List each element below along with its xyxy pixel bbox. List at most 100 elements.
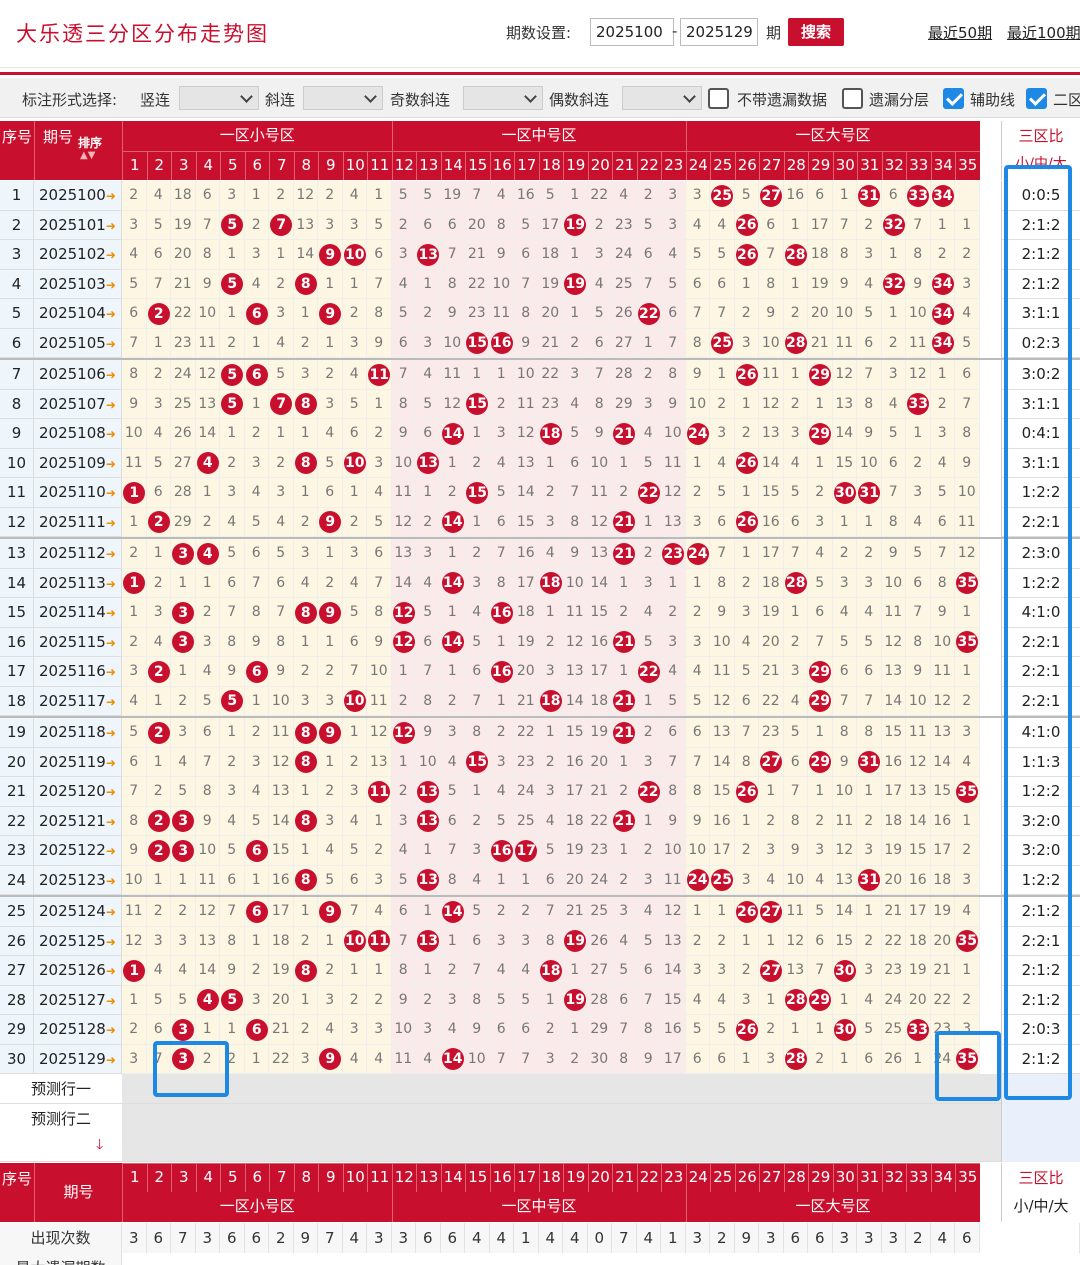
zone2-checkbox[interactable] xyxy=(1026,88,1047,109)
drawn-ball: 22 xyxy=(637,481,660,504)
period-cell[interactable]: 2025121➜ xyxy=(34,806,122,836)
predict-row-2-grid[interactable] xyxy=(122,1104,1001,1162)
aux-line-checkbox[interactable] xyxy=(943,88,964,109)
missing-count-cell: 6 xyxy=(440,210,465,240)
missing-count-cell: 1 xyxy=(146,539,171,569)
drawn-ball: 19 xyxy=(564,989,587,1011)
even-diagonal-select[interactable] xyxy=(622,86,702,110)
drawn-ball: 32 xyxy=(882,214,905,236)
drawn-ball: 7 xyxy=(270,214,293,236)
missing-count-cell: 17 xyxy=(538,210,563,240)
period-cell[interactable]: 2025128➜ xyxy=(34,1015,122,1045)
period-cell[interactable]: 2025106➜ xyxy=(34,360,122,390)
drawn-ball: 29 xyxy=(809,422,832,445)
sort-button[interactable]: 排序 xyxy=(78,134,102,151)
recent-50-link[interactable]: 最近50期 xyxy=(928,22,992,43)
recent-100-link[interactable]: 最近100期 xyxy=(1007,22,1080,43)
missing-count-cell: 20 xyxy=(906,985,931,1015)
missing-count-cell: 3 xyxy=(538,1044,563,1074)
period-cell[interactable]: 2025119➜ xyxy=(34,747,122,777)
missing-count-cell: 1 xyxy=(832,1044,857,1074)
number-cell: 2 xyxy=(146,836,171,866)
number-cell: 29 xyxy=(808,747,833,777)
missing-count-cell: 7 xyxy=(832,210,857,240)
missing-count-cell: 4 xyxy=(440,1015,465,1045)
period-cell[interactable]: 2025114➜ xyxy=(34,598,122,628)
seq-cell: 13 xyxy=(0,539,34,569)
missing-count-cell: 4 xyxy=(538,806,563,836)
count-cell: 0 xyxy=(587,1223,612,1253)
missing-count-cell: 5 xyxy=(881,419,906,449)
number-cell: 3 xyxy=(171,598,196,628)
missing-count-cell: 13 xyxy=(832,389,857,419)
number-cell: 9 xyxy=(318,897,343,927)
missing-count-cell: 5 xyxy=(489,806,514,836)
drawn-ball: 26 xyxy=(735,363,758,386)
period-cell[interactable]: 2025102➜ xyxy=(34,240,122,270)
period-to-input[interactable]: 2025129 xyxy=(680,18,758,46)
missing-count-cell: 3 xyxy=(293,539,318,569)
period-cell[interactable]: 2025117➜ xyxy=(34,686,122,716)
missing-count-cell: 9 xyxy=(881,539,906,569)
missing-count-cell: 17 xyxy=(710,836,735,866)
drawn-ball: 17 xyxy=(515,839,538,862)
missing-count-cell: 2 xyxy=(465,448,490,478)
period-cell[interactable]: 2025104➜ xyxy=(34,299,122,329)
missing-count-cell: 4 xyxy=(710,448,735,478)
vertical-select[interactable] xyxy=(179,86,259,110)
drawn-ball: 31 xyxy=(858,869,881,891)
predict-row-1-grid[interactable] xyxy=(122,1074,1001,1104)
diagonal-select[interactable] xyxy=(303,86,383,110)
missing-count-cell: 4 xyxy=(146,627,171,657)
period-from-input[interactable]: 2025100 xyxy=(590,18,674,46)
missing-count-cell: 9 xyxy=(661,806,686,836)
number-cell: 25 xyxy=(710,328,735,358)
number-cell: 6 xyxy=(244,657,269,687)
missing-count-cell: 6 xyxy=(783,507,808,537)
search-button[interactable]: 搜索 xyxy=(788,18,844,46)
zone2-label: 二区 xyxy=(1053,91,1080,109)
missing-count-cell: 18 xyxy=(514,598,539,628)
missing-count-cell: 1 xyxy=(293,478,318,508)
period-cell[interactable]: 2025111➜ xyxy=(34,507,122,537)
period-cell[interactable]: 2025113➜ xyxy=(34,568,122,598)
drawn-ball: 15 xyxy=(466,751,489,773)
period-cell[interactable]: 2025105➜ xyxy=(34,328,122,358)
missing-count-cell: 8 xyxy=(367,598,392,628)
no-missing-checkbox[interactable] xyxy=(708,88,729,109)
missing-layer-checkbox[interactable] xyxy=(842,88,863,109)
missing-count-cell: 14 xyxy=(587,568,612,598)
missing-count-cell: 7 xyxy=(538,897,563,927)
missing-count-cell: 2 xyxy=(489,389,514,419)
no-missing-label: 不带遗漏数据 xyxy=(737,91,828,109)
period-cell[interactable]: 2025103➜ xyxy=(34,269,122,299)
period-cell[interactable]: 2025125➜ xyxy=(34,926,122,956)
missing-count-cell: 6 xyxy=(195,181,220,211)
period-cell[interactable]: 2025118➜ xyxy=(34,718,122,748)
period-cell[interactable]: 2025108➜ xyxy=(34,419,122,449)
missing-count-cell: 10 xyxy=(563,568,588,598)
period-cell[interactable]: 2025101➜ xyxy=(34,210,122,240)
period-cell[interactable]: 2025126➜ xyxy=(34,956,122,986)
period-cell[interactable]: 2025124➜ xyxy=(34,897,122,927)
predict-row-1-label[interactable]: 预测行一 xyxy=(0,1074,122,1104)
period-cell[interactable]: 2025109➜ xyxy=(34,448,122,478)
period-cell[interactable]: 2025100➜ xyxy=(34,181,122,211)
period-cell[interactable]: 2025120➜ xyxy=(34,777,122,807)
period-cell[interactable]: 2025110➜ xyxy=(34,478,122,508)
odd-diagonal-select[interactable] xyxy=(463,86,543,110)
missing-count-cell: 14 xyxy=(563,686,588,716)
period-cell[interactable]: 2025122➜ xyxy=(34,836,122,866)
period-cell[interactable]: 2025115➜ xyxy=(34,627,122,657)
period-cell[interactable]: 2025116➜ xyxy=(34,657,122,687)
zone2-mid-header: 一区中号区 xyxy=(391,121,686,151)
period-cell[interactable]: 2025129➜ xyxy=(34,1044,122,1074)
missing-count-cell: 28 xyxy=(587,985,612,1015)
number-cell: 4 xyxy=(195,448,220,478)
period-cell[interactable]: 2025107➜ xyxy=(34,389,122,419)
missing-count-cell: 13 xyxy=(293,210,318,240)
period-cell[interactable]: 2025112➜ xyxy=(34,539,122,569)
period-cell[interactable]: 2025127➜ xyxy=(34,985,122,1015)
period-cell[interactable]: 2025123➜ xyxy=(34,865,122,895)
predict-row-2-label[interactable]: 预测行二 xyxy=(0,1104,122,1162)
